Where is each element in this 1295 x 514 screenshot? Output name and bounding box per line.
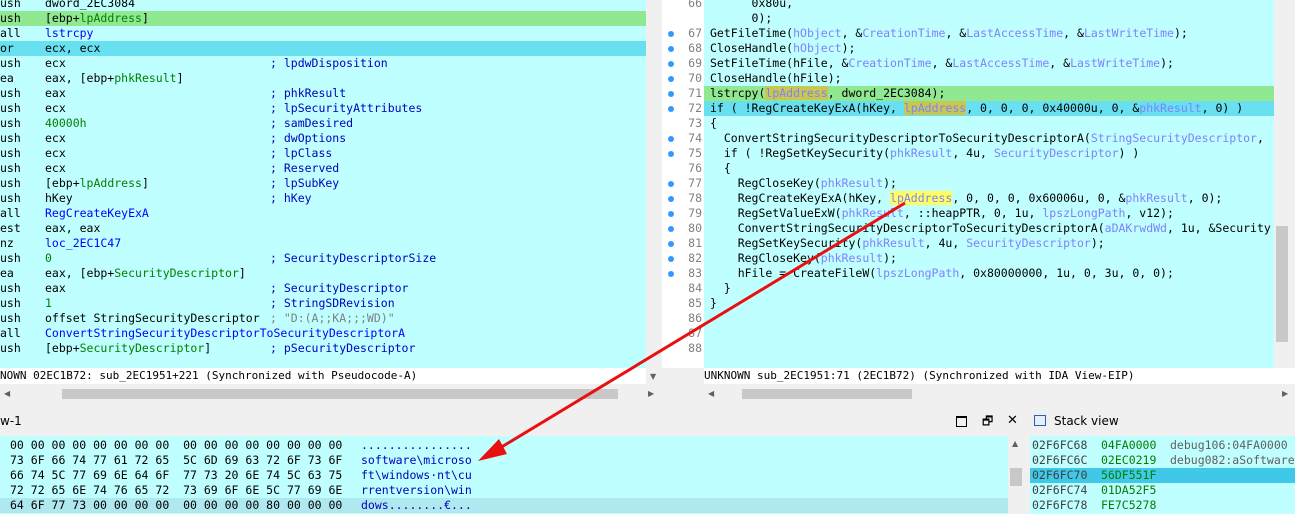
red-arrow-annotation: [478, 201, 906, 461]
